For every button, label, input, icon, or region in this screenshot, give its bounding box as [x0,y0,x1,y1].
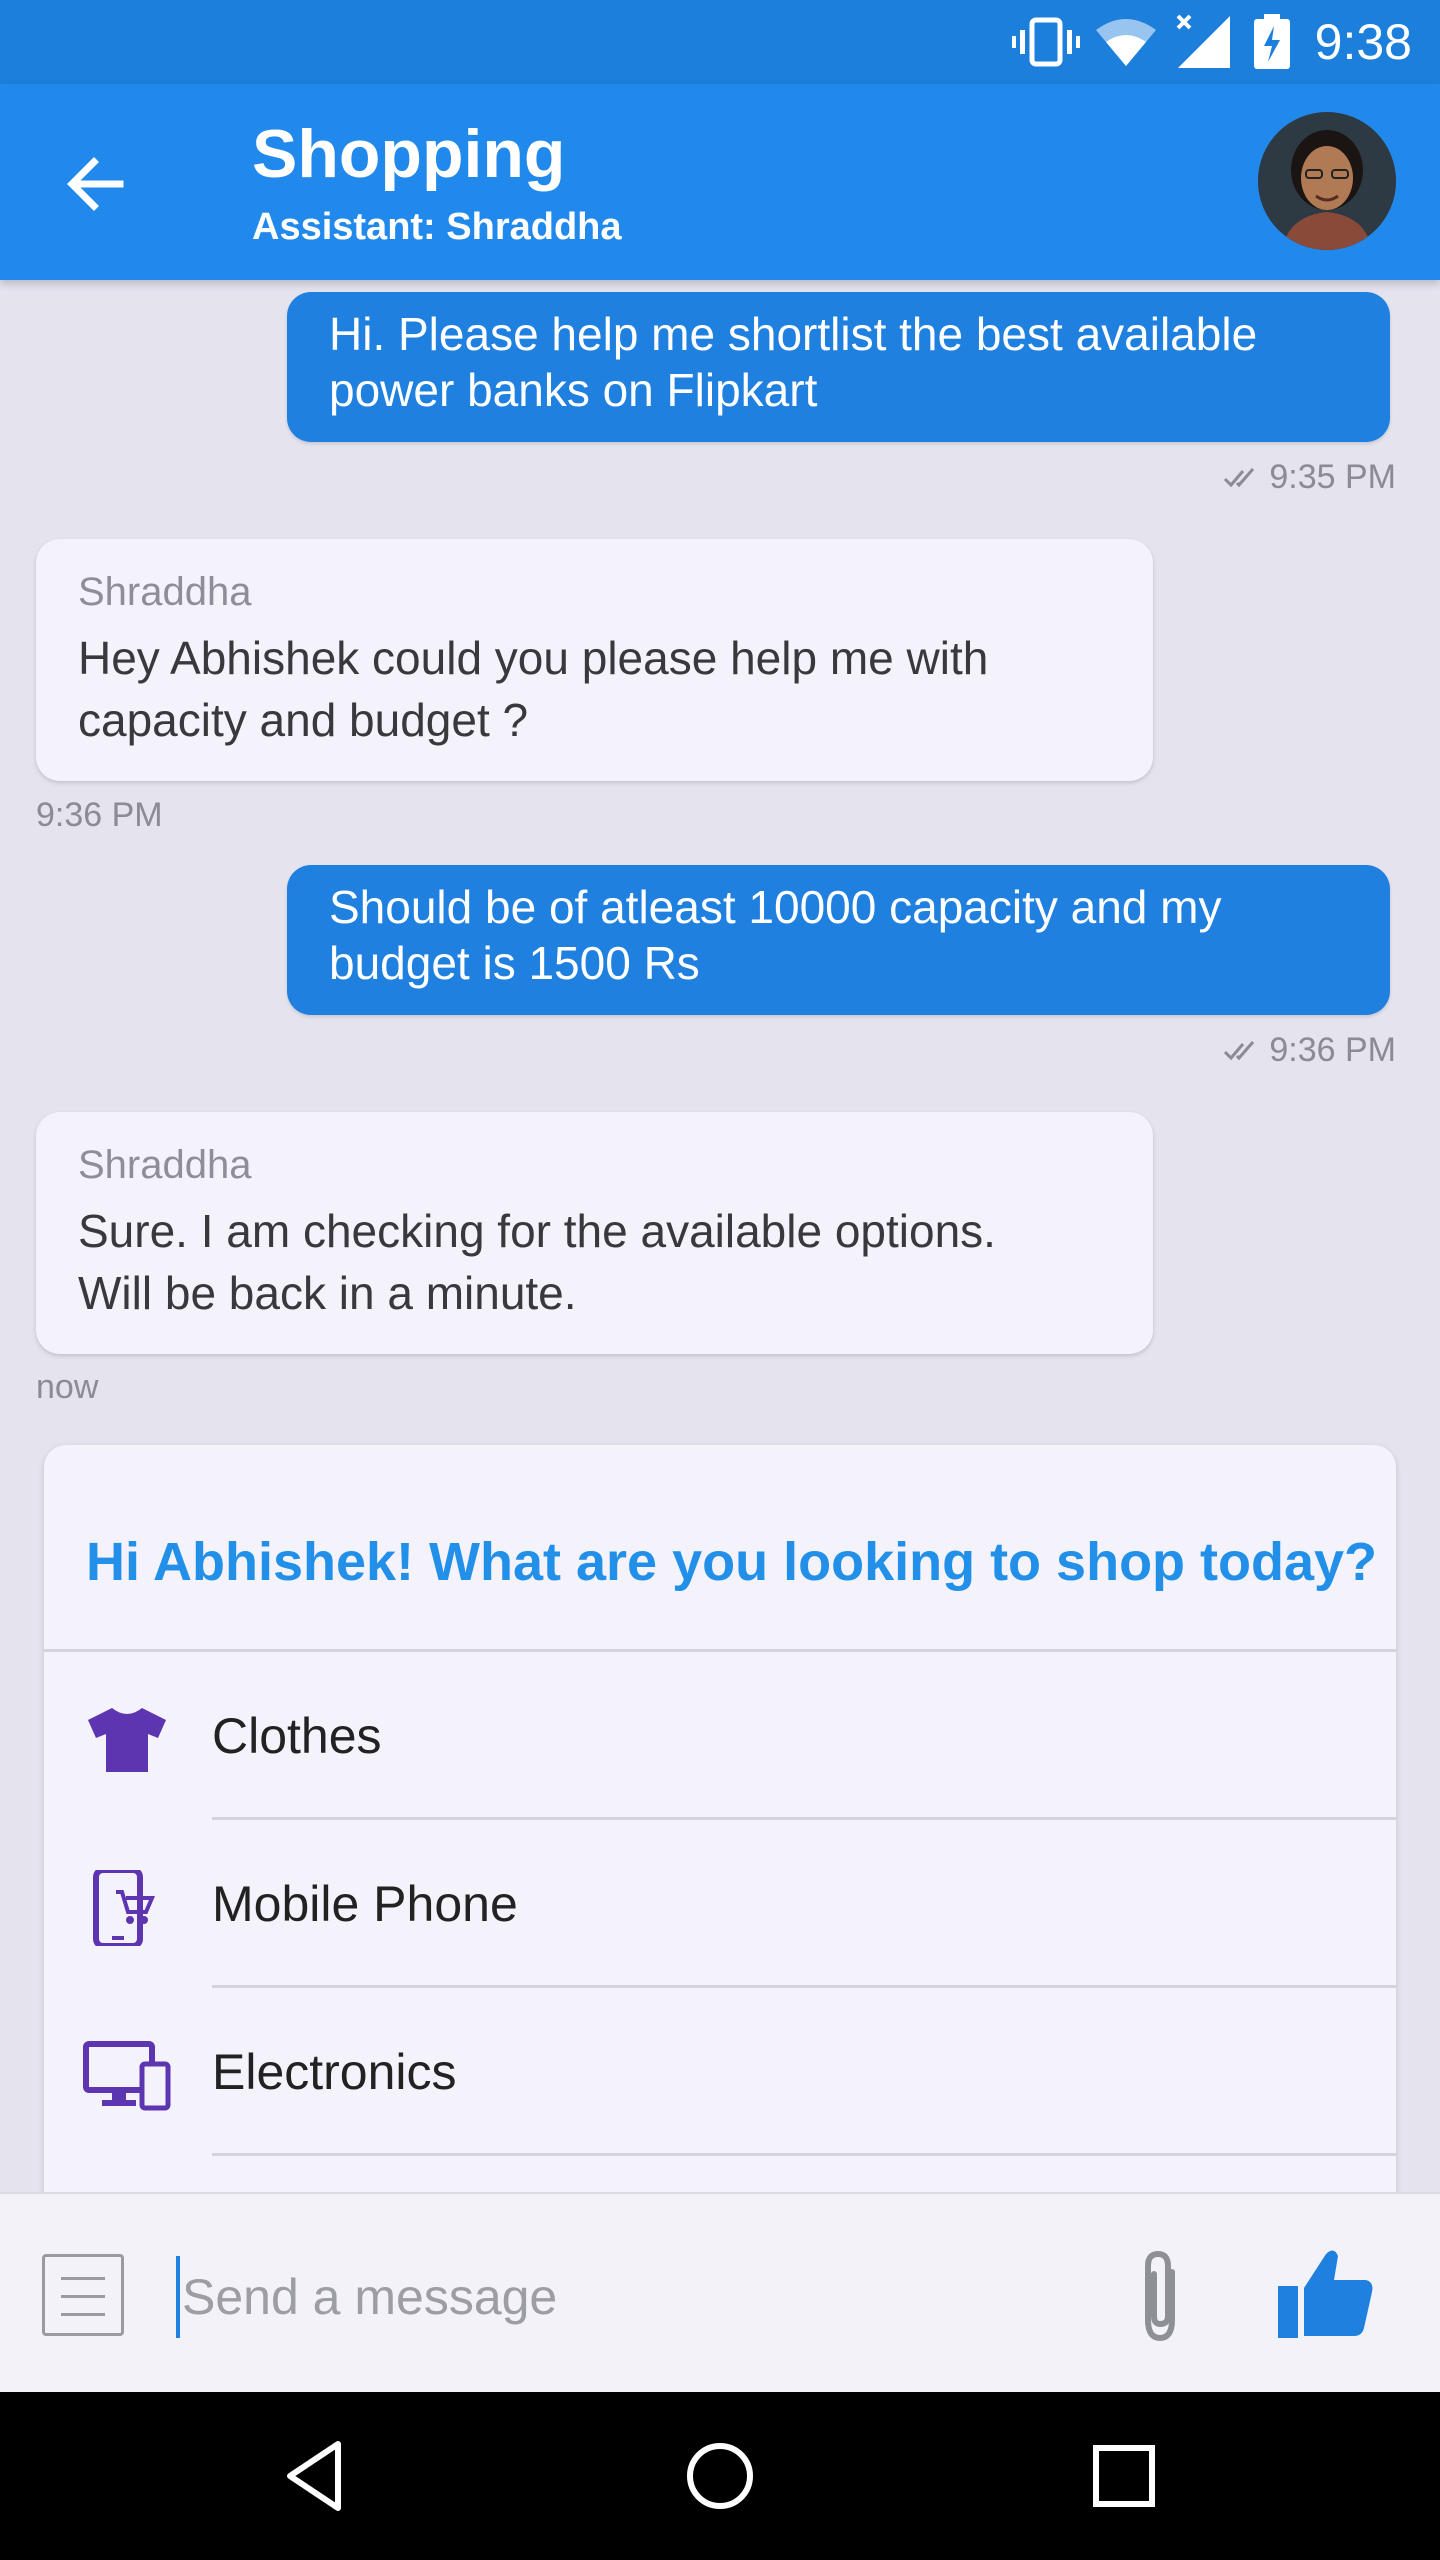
message-text: Hey Abhishek could you please help me wi… [78,632,989,684]
home-nav-icon[interactable] [680,2436,760,2516]
arrow-back-icon[interactable] [58,144,138,224]
card-title: Hi Abhishek! What are you looking to sho… [86,1532,1378,1592]
assistant-avatar[interactable] [1258,112,1396,250]
page-title: Shopping [252,116,566,192]
option-electronics[interactable]: Electronics [44,1988,1396,2156]
message-time: now [36,1368,99,1406]
option-label: Clothes [212,1708,382,1764]
signal-icon [1176,14,1230,68]
option-label: Electronics [212,2044,457,2100]
incoming-message: Shraddha Sure. I am checking for the ava… [36,1112,1153,1354]
app-bar: Shopping Assistant: Shraddha [0,84,1440,280]
message-text: Sure. I am checking for the available op… [78,1205,996,1257]
paperclip-icon[interactable] [1126,2248,1196,2344]
vibrate-icon [1012,17,1080,67]
double-check-icon [1224,467,1255,487]
message-meta: 9:36 PM [1223,1031,1396,1070]
menu-icon[interactable] [42,2254,124,2336]
message-input-bar [0,2192,1440,2394]
outgoing-message: Hi. Please help me shortlist the best av… [287,292,1390,442]
incoming-message: Shraddha Hey Abhishek could you please h… [36,539,1153,781]
system-nav-bar [0,2392,1440,2560]
message-meta: 9:35 PM [1223,458,1396,497]
message-time: 9:36 PM [1269,1031,1396,1069]
recents-nav-icon[interactable] [1084,2436,1164,2516]
sender-name: Shraddha [78,1143,252,1187]
devices-icon [83,2041,171,2111]
page-subtitle: Assistant: Shraddha [252,206,622,248]
chat-area[interactable]: Hi. Please help me shortlist the best av… [0,280,1440,2192]
message-time: 9:35 PM [1269,458,1396,496]
clock: 9:38 [1314,14,1412,70]
option-label: Mobile Phone [212,1876,518,1932]
option-mobile-phone[interactable]: Mobile Phone [44,1820,1396,1988]
message-text: budget is 1500 Rs [329,937,700,989]
message-text: Hi. Please help me shortlist the best av… [329,308,1258,360]
thumbs-up-icon[interactable] [1276,2244,1376,2344]
mobile-cart-icon [93,1870,156,1946]
status-bar: 9:38 [0,0,1440,84]
message-text: capacity and budget ? [78,694,529,746]
message-text: power banks on Flipkart [329,364,818,416]
outgoing-message: Should be of atleast 10000 capacity and … [287,865,1390,1015]
message-text: Should be of atleast 10000 capacity and … [329,881,1222,933]
shop-category-card: Hi Abhishek! What are you looking to sho… [44,1445,1396,2192]
double-check-icon [1224,1040,1255,1060]
divider [212,2153,1396,2156]
message-input[interactable] [176,2256,1084,2338]
tshirt-icon [88,1708,166,1772]
wifi-icon [1096,19,1156,66]
back-nav-icon[interactable] [276,2436,356,2516]
message-text: Will be back in a minute. [78,1267,577,1319]
battery-charging-icon [1254,14,1290,69]
sender-name: Shraddha [78,570,252,614]
message-time: 9:36 PM [36,796,163,834]
option-clothes[interactable]: Clothes [44,1652,1396,1820]
